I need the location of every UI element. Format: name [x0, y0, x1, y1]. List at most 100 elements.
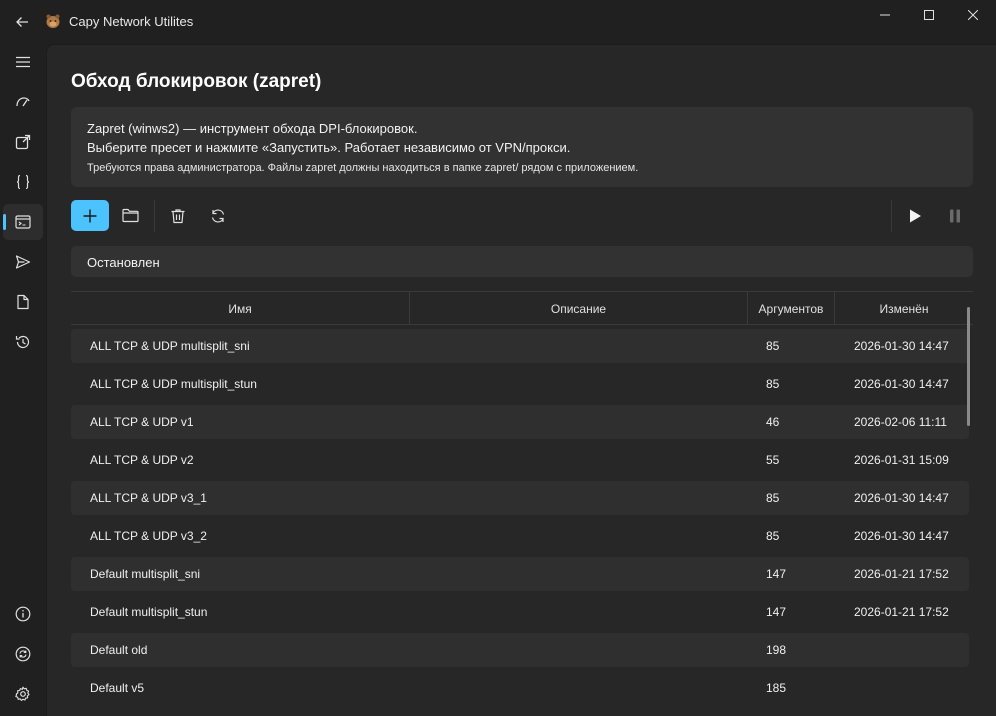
- table-row[interactable]: Default old 198: [71, 633, 969, 667]
- info-icon: [15, 606, 31, 622]
- status-text: Остановлен: [87, 255, 160, 270]
- sidebar-item-open[interactable]: [3, 124, 43, 160]
- table-row[interactable]: Default v5 185: [71, 671, 969, 705]
- cell-args: 147: [766, 567, 787, 581]
- sidebar-item-send[interactable]: [3, 244, 43, 280]
- page-title: Обход блокировок (zapret): [71, 71, 322, 92]
- app-title: Capy Network Utilites: [69, 14, 194, 29]
- open-folder-button[interactable]: [111, 200, 149, 231]
- arrow-left-icon: [16, 17, 28, 27]
- cell-modified: 2026-01-31 15:09: [854, 453, 949, 467]
- cell-args: 147: [766, 605, 787, 619]
- maximize-icon: [924, 10, 934, 20]
- close-icon: [968, 10, 978, 20]
- title-bar: Capy Network Utilites: [0, 0, 996, 44]
- table-scrollbar[interactable]: [967, 307, 970, 426]
- column-header-name[interactable]: Имя: [71, 292, 409, 325]
- menu-icon: [16, 56, 30, 68]
- delete-icon: [171, 208, 185, 223]
- cell-name: Default multisplit_sni: [90, 567, 201, 581]
- toolbar-divider: [154, 200, 155, 232]
- info-instructions: Выберите пресет и нажмите «Запустить». Р…: [87, 140, 571, 155]
- add-preset-button[interactable]: [71, 200, 109, 231]
- sidebar-item-document[interactable]: [3, 284, 43, 320]
- minimize-icon: [880, 14, 890, 16]
- cell-modified: 2026-01-21 17:52: [854, 567, 949, 581]
- sidebar-item-json[interactable]: [3, 164, 43, 200]
- sidebar-item-speed[interactable]: [3, 84, 43, 120]
- table-header: Имя Описание Аргументов Изменён: [71, 291, 973, 325]
- sidebar-item-settings[interactable]: [3, 676, 43, 712]
- cell-name: ALL TCP & UDP v3_2: [90, 529, 207, 543]
- sidebar-item-history[interactable]: [3, 324, 43, 360]
- cell-name: Default v5: [90, 681, 145, 695]
- delete-button[interactable]: [159, 200, 197, 231]
- cell-name: ALL TCP & UDP v1: [90, 415, 194, 429]
- cell-args: 185: [766, 681, 787, 695]
- sidebar: [0, 44, 46, 716]
- document-icon: [17, 294, 29, 310]
- active-indicator: [3, 214, 6, 230]
- cell-modified: 2026-01-30 14:47: [854, 377, 949, 391]
- sidebar-item-zapret[interactable]: [3, 204, 43, 240]
- refresh-button[interactable]: [199, 200, 237, 231]
- column-header-description[interactable]: Описание: [410, 292, 747, 325]
- start-button[interactable]: [896, 200, 934, 231]
- add-icon: [83, 209, 97, 222]
- sidebar-item-update[interactable]: [3, 636, 43, 672]
- sidebar-item-about[interactable]: [3, 596, 43, 632]
- stop-button[interactable]: [936, 200, 974, 231]
- cell-modified: 2026-01-30 14:47: [854, 491, 949, 505]
- menu-button[interactable]: [3, 44, 43, 80]
- info-requirements: Требуются права администратора. Файлы za…: [87, 162, 639, 174]
- speed-icon: [16, 97, 30, 107]
- cell-modified: 2026-01-21 17:52: [854, 605, 949, 619]
- minimize-button[interactable]: [862, 0, 908, 30]
- open-external-icon: [15, 134, 31, 150]
- column-header-args[interactable]: Аргументов: [748, 292, 834, 325]
- terminal-icon: [15, 215, 31, 229]
- table-row[interactable]: ALL TCP & UDP multisplit_stun 85 2026-01…: [71, 367, 969, 401]
- play-icon: [910, 209, 921, 222]
- cell-args: 55: [766, 453, 780, 467]
- table-row[interactable]: ALL TCP & UDP multisplit_sni 85 2026-01-…: [71, 329, 969, 363]
- cell-name: ALL TCP & UDP multisplit_sni: [90, 339, 250, 353]
- info-description: Zapret (winws2) — инструмент обхода DPI-…: [87, 121, 418, 136]
- pause-icon: [950, 209, 960, 222]
- cell-modified: 2026-01-30 14:47: [854, 339, 949, 353]
- cell-args: 85: [766, 529, 780, 543]
- folder-icon: [121, 208, 139, 223]
- cell-args: 46: [766, 415, 780, 429]
- cell-name: Default multisplit_stun: [90, 605, 208, 619]
- sync-icon: [15, 646, 31, 662]
- table-row[interactable]: Default multisplit_stun 147 2026-01-21 1…: [71, 595, 969, 629]
- table-row[interactable]: ALL TCP & UDP v3_1 85 2026-01-30 14:47: [71, 481, 969, 515]
- table-row[interactable]: ALL TCP & UDP v2 55 2026-01-31 15:09: [71, 443, 969, 477]
- send-icon: [15, 255, 31, 269]
- history-icon: [15, 335, 30, 349]
- cell-modified: 2026-01-30 14:47: [854, 529, 949, 543]
- cell-args: 85: [766, 339, 780, 353]
- toolbar-divider-right: [891, 200, 892, 232]
- cell-name: ALL TCP & UDP v2: [90, 453, 194, 467]
- refresh-icon: [211, 208, 225, 223]
- cell-modified: 2026-02-06 11:11: [854, 415, 947, 429]
- info-card: Zapret (winws2) — инструмент обхода DPI-…: [71, 107, 973, 187]
- cell-name: ALL TCP & UDP v3_1: [90, 491, 207, 505]
- table-row[interactable]: ALL TCP & UDP v1 46 2026-02-06 11:11: [71, 405, 969, 439]
- table-row[interactable]: Default multisplit_sni 147 2026-01-21 17…: [71, 557, 969, 591]
- cell-args: 85: [766, 491, 780, 505]
- settings-icon: [15, 686, 30, 701]
- cell-name: ALL TCP & UDP multisplit_stun: [90, 377, 257, 391]
- cell-args: 85: [766, 377, 780, 391]
- maximize-button[interactable]: [906, 0, 952, 30]
- status-bar: Остановлен: [71, 246, 973, 277]
- close-button[interactable]: [950, 0, 996, 30]
- table-row[interactable]: ALL TCP & UDP v3_2 85 2026-01-30 14:47: [71, 519, 969, 553]
- back-button[interactable]: [8, 8, 36, 36]
- cell-name: Default old: [90, 643, 148, 657]
- cell-args: 198: [766, 643, 787, 657]
- braces-icon: [16, 174, 30, 190]
- capybara-icon: [45, 13, 61, 29]
- column-header-modified[interactable]: Изменён: [835, 292, 973, 325]
